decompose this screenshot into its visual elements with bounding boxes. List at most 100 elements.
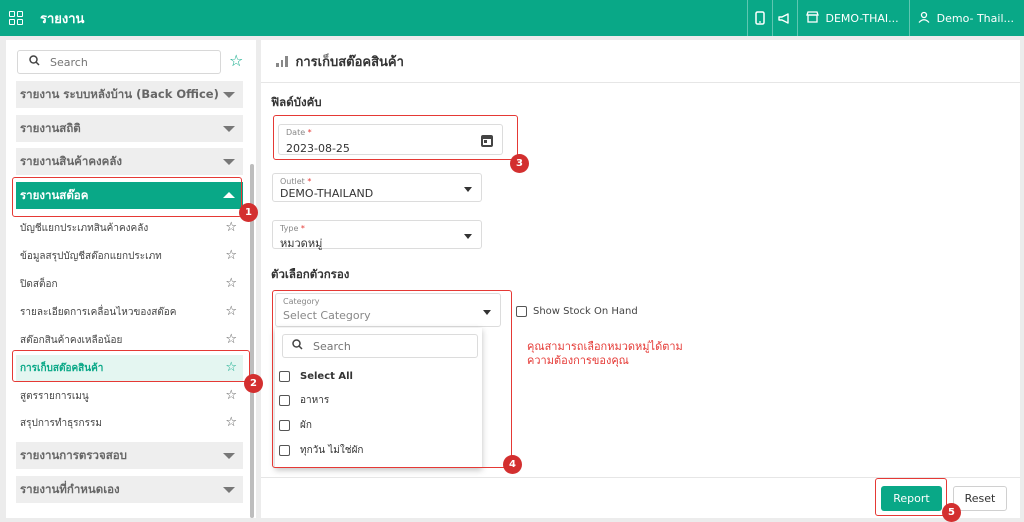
option-daily-non-veg[interactable]: ทุกวัน ไม่ใช่ผัก	[279, 440, 363, 460]
category-search[interactable]	[282, 334, 478, 358]
chevron-down-icon	[464, 187, 472, 192]
menu-group-inventory[interactable]: รายงานสินค้าคงคลัง	[16, 148, 243, 175]
date-label: Date *	[286, 128, 312, 137]
chevron-up-icon	[223, 192, 235, 198]
topbar-actions: DEMO-THAI... Demo- Thail...	[746, 0, 1024, 36]
user-icon	[918, 11, 930, 26]
note-line: คุณสามารถเลือกหมวดหมู่ได้ตาม	[527, 340, 683, 353]
category-select[interactable]: Category Select Category	[275, 293, 501, 327]
sidebar-search-input[interactable]	[50, 55, 200, 69]
option-label: Select All	[300, 370, 353, 382]
reset-button[interactable]: Reset	[953, 486, 1007, 511]
option-vegetable[interactable]: ผัก	[279, 415, 312, 435]
sidebar-item-label: รายละเอียดการเคลื่อนไหวของสต๊อค	[20, 306, 177, 318]
outlet-name: DEMO-THAI...	[825, 11, 899, 25]
sidebar-item-stock-summary[interactable]: ข้อมูลสรุปบัญชีสต๊อกแยกประเภท ☆	[16, 243, 243, 269]
step-badge: 5	[942, 503, 961, 522]
chevron-down-icon	[483, 310, 491, 315]
chevron-down-icon	[223, 487, 235, 493]
star-icon[interactable]: ☆	[225, 360, 237, 375]
footer-divider	[261, 477, 1020, 478]
menu-group-label: รายงานการตรวจสอบ	[20, 447, 127, 462]
sidebar-item-stock-movement[interactable]: รายละเอียดการเคลื่อนไหวของสต๊อค ☆	[16, 299, 243, 325]
sidebar-item-label: ปิดสต็อก	[20, 278, 58, 290]
store-icon	[805, 10, 819, 26]
option-label: ผัก	[300, 419, 312, 431]
date-field[interactable]: Date * 2023-08-25	[278, 124, 503, 155]
checkbox[interactable]	[279, 444, 290, 456]
chevron-down-icon	[223, 159, 235, 165]
menu-group-custom[interactable]: รายงานที่กำหนดเอง	[16, 476, 243, 503]
megaphone-icon[interactable]	[771, 0, 797, 36]
sidebar-item-label: สูตรรายการเมนู	[20, 390, 89, 402]
checkbox[interactable]	[516, 306, 527, 317]
date-value: 2023-08-25	[286, 142, 350, 155]
app-title: รายงาน	[40, 11, 85, 27]
page-title: การเก็บสต๊อคสินค้า	[295, 54, 404, 70]
menu-group-statistics[interactable]: รายงานสถิติ	[16, 115, 243, 142]
step-badge: 4	[503, 455, 522, 474]
star-icon[interactable]: ☆	[225, 220, 237, 235]
step-badge: 2	[244, 374, 263, 393]
menu-group-back-office[interactable]: รายงาน ระบบหลังบ้าน (Back Office)	[16, 81, 243, 108]
sidebar-item-label: สต๊อกสินค้าคงเหลือน้อย	[20, 334, 123, 346]
star-icon[interactable]: ☆	[225, 332, 237, 347]
chevron-down-icon	[464, 234, 472, 239]
step-badge: 3	[510, 154, 529, 173]
checkbox[interactable]	[279, 394, 290, 406]
type-select[interactable]: Type * หมวดหมู่	[272, 220, 482, 250]
user-menu[interactable]: Demo- Thail...	[908, 0, 1024, 36]
sidebar-search[interactable]	[17, 50, 221, 74]
category-search-input[interactable]	[313, 339, 463, 353]
outlet-select[interactable]: Outlet * DEMO-THAILAND	[272, 173, 482, 202]
outlet-label-text: Outlet	[280, 177, 305, 186]
top-bar: รายงาน DEMO-THAI... Demo- Thail...	[0, 0, 1024, 36]
sidebar-item-stock-take[interactable]: การเก็บสต๊อคสินค้า ☆	[16, 355, 243, 382]
checkbox[interactable]	[279, 419, 290, 431]
sidebar-item-close-stock[interactable]: ปิดสต็อก ☆	[16, 271, 243, 297]
category-dropdown: Select All อาหาร ผัก ทุกวัน ไม่ใช่ผัก	[275, 328, 482, 468]
outlet-label: Outlet *	[280, 177, 312, 186]
step-badge: 1	[239, 203, 258, 222]
section-filter-title: ตัวเลือกตัวกรอง	[271, 267, 350, 281]
favorites-star-icon[interactable]: ☆	[229, 51, 243, 70]
outlet-value: DEMO-THAILAND	[280, 187, 374, 200]
phone-icon[interactable]	[746, 0, 772, 36]
menu-group-label: รายงานสถิติ	[20, 120, 81, 135]
sidebar-item-transaction-summary[interactable]: สรุปการทำธุรกรรม ☆	[16, 410, 243, 436]
section-required-title: ฟิลด์บังคับ	[271, 95, 322, 109]
star-icon[interactable]: ☆	[225, 276, 237, 291]
category-label: Category	[283, 297, 320, 306]
menu-group-stock[interactable]: รายงานสต๊อค	[16, 182, 243, 209]
sidebar-item-label: ข้อมูลสรุปบัญชีสต๊อกแยกประเภท	[20, 250, 162, 262]
option-select-all[interactable]: Select All	[279, 366, 353, 386]
report-button[interactable]: Report	[881, 486, 942, 511]
star-icon[interactable]: ☆	[225, 415, 237, 430]
app-grid-icon[interactable]	[9, 11, 23, 25]
sidebar-item-menu-recipe[interactable]: สูตรรายการเมนู ☆	[16, 383, 243, 409]
sidebar-item-inventory-ledger[interactable]: บัญชีแยกประเภทสินค้าคงคลัง ☆	[16, 215, 243, 241]
type-label-text: Type	[280, 224, 299, 233]
menu-group-audit[interactable]: รายงานการตรวจสอบ	[16, 442, 243, 469]
sidebar-item-low-stock[interactable]: สต๊อกสินค้าคงเหลือน้อย ☆	[16, 327, 243, 353]
option-food[interactable]: อาหาร	[279, 390, 329, 410]
note-line: ความต้องการของคุณ	[527, 354, 629, 367]
sidebar: ☆ รายงาน ระบบหลังบ้าน (Back Office) รายง…	[6, 40, 256, 518]
show-stock-label: Show Stock On Hand	[533, 306, 638, 317]
star-icon[interactable]: ☆	[225, 248, 237, 263]
date-label-text: Date	[286, 128, 306, 137]
main-panel: การเก็บสต๊อคสินค้า ฟิลด์บังคับ Date * 20…	[261, 40, 1020, 518]
sidebar-item-label: สรุปการทำธุรกรรม	[20, 417, 102, 429]
chevron-down-icon	[223, 453, 235, 459]
search-icon	[292, 339, 303, 353]
star-icon[interactable]: ☆	[225, 388, 237, 403]
search-icon	[29, 55, 40, 69]
calendar-icon[interactable]	[481, 135, 493, 147]
checkbox[interactable]	[279, 370, 290, 382]
outlet-selector[interactable]: DEMO-THAI...	[796, 0, 909, 36]
menu-group-label: รายงานสินค้าคงคลัง	[20, 153, 123, 168]
star-icon[interactable]: ☆	[225, 304, 237, 319]
show-stock-toggle[interactable]: Show Stock On Hand	[516, 306, 638, 317]
option-label: อาหาร	[300, 394, 330, 406]
category-placeholder: Select Category	[283, 309, 371, 322]
